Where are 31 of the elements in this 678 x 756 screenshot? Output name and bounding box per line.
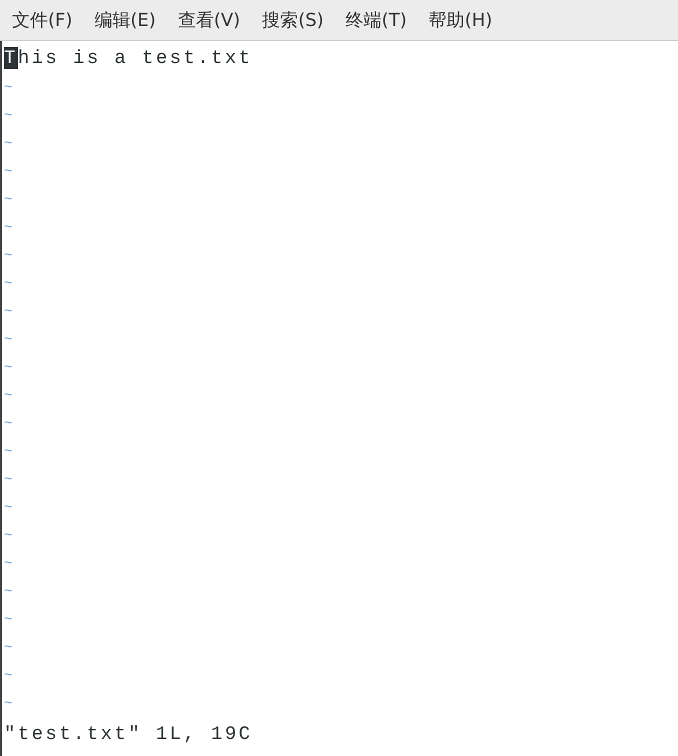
- empty-line-marker: ~: [4, 388, 15, 404]
- menu-item[interactable]: 终端(T): [346, 8, 407, 32]
- menu-item[interactable]: 搜索(S): [262, 8, 324, 32]
- menu-item[interactable]: 编辑(E): [94, 8, 156, 32]
- empty-line-marker: ~: [4, 136, 15, 152]
- menu-item[interactable]: 查看(V): [178, 8, 240, 32]
- empty-line-marker: ~: [4, 584, 15, 600]
- empty-line-marker: ~: [4, 108, 15, 124]
- menu-item[interactable]: 文件(F): [12, 8, 72, 32]
- empty-line-marker: ~: [4, 668, 15, 684]
- empty-line-marker: ~: [4, 360, 15, 376]
- empty-line-marker: ~: [4, 304, 15, 320]
- empty-line-marker: ~: [4, 164, 15, 180]
- empty-line-marker: ~: [4, 696, 15, 712]
- empty-line-marker: ~: [4, 192, 15, 208]
- empty-line-marker: ~: [4, 276, 15, 292]
- empty-line-marker: ~: [4, 416, 15, 432]
- empty-line-marker: ~: [4, 472, 15, 488]
- text-line: This is a test.txt: [4, 46, 254, 71]
- empty-line-marker: ~: [4, 612, 15, 628]
- empty-line-marker: ~: [4, 640, 15, 656]
- empty-line-marker: ~: [4, 528, 15, 544]
- empty-line-marker: ~: [4, 556, 15, 572]
- empty-line-marker: ~: [4, 248, 15, 264]
- menu-item[interactable]: 帮助(H): [428, 8, 492, 32]
- empty-line-marker: ~: [4, 80, 15, 96]
- empty-line-marker: ~: [4, 444, 15, 460]
- empty-line-marker: ~: [4, 500, 15, 516]
- empty-line-marker: ~: [4, 220, 15, 236]
- status-line: "test.txt" 1L, 19C: [4, 723, 252, 745]
- empty-line-marker: ~: [4, 332, 15, 348]
